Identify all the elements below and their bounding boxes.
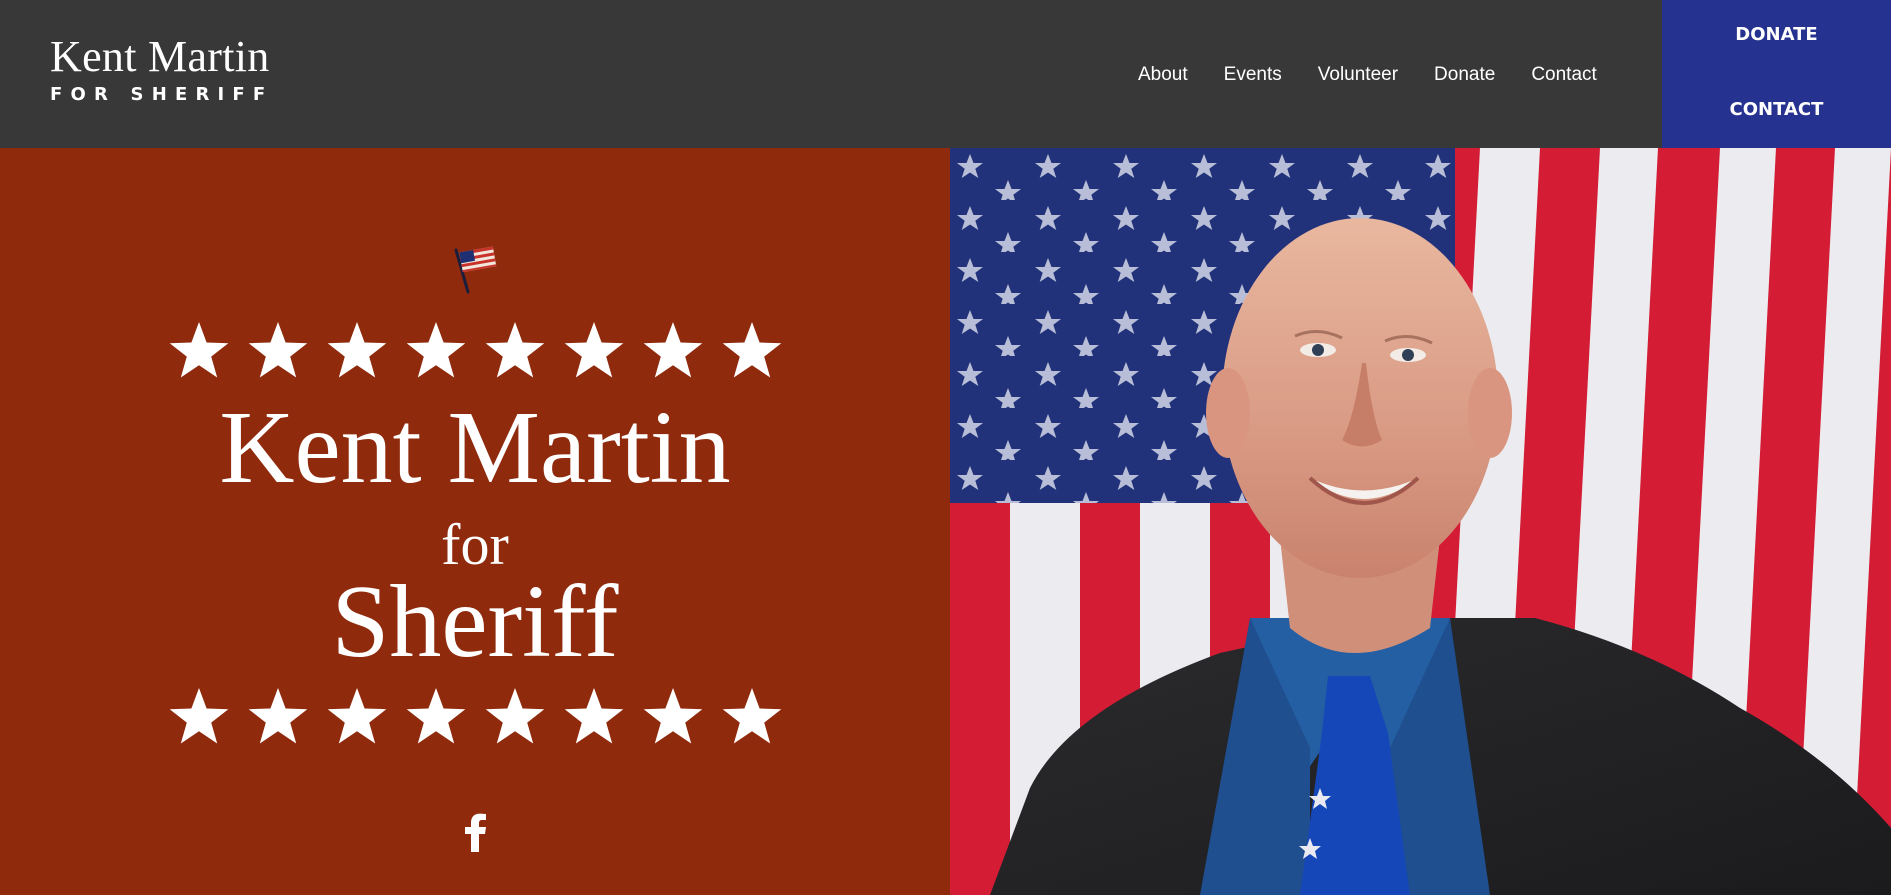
- star-icon: [406, 322, 466, 378]
- star-icon: [722, 688, 782, 744]
- star-icon: [327, 688, 387, 744]
- stars-row-top: [168, 320, 782, 382]
- contact-button[interactable]: CONTACT: [1662, 99, 1891, 120]
- star-icon: [722, 322, 782, 378]
- logo-name: Kent Martin: [50, 32, 270, 81]
- donate-button[interactable]: DONATE: [1662, 24, 1891, 45]
- nav-contact[interactable]: Contact: [1513, 58, 1614, 92]
- flag-icon: [454, 246, 497, 294]
- hero-title-name: Kent Martin: [219, 390, 731, 505]
- site-logo[interactable]: Kent Martin FOR SHERIFF: [50, 32, 273, 105]
- logo-subtitle: FOR SHERIFF: [50, 84, 274, 105]
- star-icon: [248, 688, 308, 744]
- star-icon: [169, 322, 229, 378]
- star-icon: [485, 688, 545, 744]
- nav-donate[interactable]: Donate: [1416, 58, 1513, 92]
- star-icon: [248, 322, 308, 378]
- star-icon: [643, 322, 703, 378]
- stars-row-bottom: [168, 686, 782, 748]
- main-nav: About Events Volunteer Donate Contact: [1120, 58, 1615, 92]
- star-icon: [327, 322, 387, 378]
- star-icon: [643, 688, 703, 744]
- nav-events[interactable]: Events: [1206, 58, 1300, 92]
- cta-panel: DONATE CONTACT: [1662, 0, 1891, 148]
- star-icon: [169, 688, 229, 744]
- facebook-icon[interactable]: [462, 812, 490, 852]
- star-icon: [406, 688, 466, 744]
- nav-volunteer[interactable]: Volunteer: [1300, 58, 1416, 92]
- hero-title-office: Sheriff: [331, 564, 619, 679]
- site-header: Kent Martin FOR SHERIFF About Events Vol…: [0, 0, 1891, 148]
- nav-about[interactable]: About: [1120, 58, 1206, 92]
- star-icon: [564, 322, 624, 378]
- star-icon: [485, 322, 545, 378]
- candidate-photo: [950, 148, 1891, 895]
- star-icon: [564, 688, 624, 744]
